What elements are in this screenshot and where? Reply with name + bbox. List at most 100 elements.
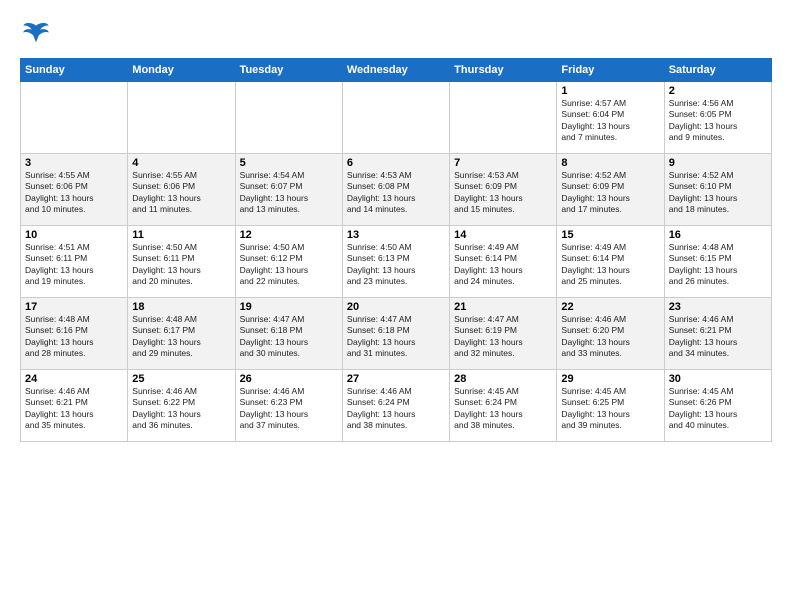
day-number: 12: [240, 229, 338, 241]
day-info: Sunrise: 4:52 AM Sunset: 6:09 PM Dayligh…: [561, 170, 659, 216]
day-info: Sunrise: 4:49 AM Sunset: 6:14 PM Dayligh…: [454, 242, 552, 288]
day-info: Sunrise: 4:45 AM Sunset: 6:25 PM Dayligh…: [561, 386, 659, 432]
day-info: Sunrise: 4:47 AM Sunset: 6:18 PM Dayligh…: [347, 314, 445, 360]
calendar-cell: 30Sunrise: 4:45 AM Sunset: 6:26 PM Dayli…: [664, 370, 771, 442]
day-info: Sunrise: 4:46 AM Sunset: 6:22 PM Dayligh…: [132, 386, 230, 432]
header-row: SundayMondayTuesdayWednesdayThursdayFrid…: [21, 59, 772, 82]
calendar-cell: 13Sunrise: 4:50 AM Sunset: 6:13 PM Dayli…: [342, 226, 449, 298]
day-number: 17: [25, 301, 123, 313]
calendar-cell: 4Sunrise: 4:55 AM Sunset: 6:06 PM Daylig…: [128, 154, 235, 226]
week-row-1: 3Sunrise: 4:55 AM Sunset: 6:06 PM Daylig…: [21, 154, 772, 226]
day-info: Sunrise: 4:55 AM Sunset: 6:06 PM Dayligh…: [25, 170, 123, 216]
day-number: 28: [454, 373, 552, 385]
day-number: 4: [132, 157, 230, 169]
day-number: 23: [669, 301, 767, 313]
calendar-cell: 28Sunrise: 4:45 AM Sunset: 6:24 PM Dayli…: [450, 370, 557, 442]
day-info: Sunrise: 4:57 AM Sunset: 6:04 PM Dayligh…: [561, 98, 659, 144]
calendar-table: SundayMondayTuesdayWednesdayThursdayFrid…: [20, 58, 772, 442]
day-info: Sunrise: 4:45 AM Sunset: 6:26 PM Dayligh…: [669, 386, 767, 432]
col-header-tuesday: Tuesday: [235, 59, 342, 82]
day-number: 15: [561, 229, 659, 241]
col-header-thursday: Thursday: [450, 59, 557, 82]
calendar-cell: 10Sunrise: 4:51 AM Sunset: 6:11 PM Dayli…: [21, 226, 128, 298]
day-number: 14: [454, 229, 552, 241]
day-info: Sunrise: 4:53 AM Sunset: 6:08 PM Dayligh…: [347, 170, 445, 216]
calendar-cell: 23Sunrise: 4:46 AM Sunset: 6:21 PM Dayli…: [664, 298, 771, 370]
day-number: 24: [25, 373, 123, 385]
day-number: 11: [132, 229, 230, 241]
calendar-cell: 6Sunrise: 4:53 AM Sunset: 6:08 PM Daylig…: [342, 154, 449, 226]
day-number: 7: [454, 157, 552, 169]
col-header-friday: Friday: [557, 59, 664, 82]
day-number: 1: [561, 85, 659, 97]
calendar-cell: [128, 82, 235, 154]
day-info: Sunrise: 4:50 AM Sunset: 6:11 PM Dayligh…: [132, 242, 230, 288]
day-info: Sunrise: 4:51 AM Sunset: 6:11 PM Dayligh…: [25, 242, 123, 288]
day-number: 8: [561, 157, 659, 169]
calendar-cell: 20Sunrise: 4:47 AM Sunset: 6:18 PM Dayli…: [342, 298, 449, 370]
calendar-cell: 3Sunrise: 4:55 AM Sunset: 6:06 PM Daylig…: [21, 154, 128, 226]
calendar-cell: 21Sunrise: 4:47 AM Sunset: 6:19 PM Dayli…: [450, 298, 557, 370]
week-row-4: 24Sunrise: 4:46 AM Sunset: 6:21 PM Dayli…: [21, 370, 772, 442]
day-info: Sunrise: 4:46 AM Sunset: 6:21 PM Dayligh…: [25, 386, 123, 432]
day-number: 30: [669, 373, 767, 385]
day-info: Sunrise: 4:53 AM Sunset: 6:09 PM Dayligh…: [454, 170, 552, 216]
week-row-2: 10Sunrise: 4:51 AM Sunset: 6:11 PM Dayli…: [21, 226, 772, 298]
calendar-cell: 22Sunrise: 4:46 AM Sunset: 6:20 PM Dayli…: [557, 298, 664, 370]
day-info: Sunrise: 4:46 AM Sunset: 6:21 PM Dayligh…: [669, 314, 767, 360]
calendar-cell: 18Sunrise: 4:48 AM Sunset: 6:17 PM Dayli…: [128, 298, 235, 370]
col-header-saturday: Saturday: [664, 59, 771, 82]
calendar-cell: 11Sunrise: 4:50 AM Sunset: 6:11 PM Dayli…: [128, 226, 235, 298]
logo-bird-icon: [22, 20, 50, 48]
week-row-3: 17Sunrise: 4:48 AM Sunset: 6:16 PM Dayli…: [21, 298, 772, 370]
day-number: 3: [25, 157, 123, 169]
calendar-cell: 25Sunrise: 4:46 AM Sunset: 6:22 PM Dayli…: [128, 370, 235, 442]
calendar-cell: 12Sunrise: 4:50 AM Sunset: 6:12 PM Dayli…: [235, 226, 342, 298]
calendar-cell: 16Sunrise: 4:48 AM Sunset: 6:15 PM Dayli…: [664, 226, 771, 298]
day-info: Sunrise: 4:46 AM Sunset: 6:23 PM Dayligh…: [240, 386, 338, 432]
calendar-cell: [342, 82, 449, 154]
calendar-cell: 14Sunrise: 4:49 AM Sunset: 6:14 PM Dayli…: [450, 226, 557, 298]
day-info: Sunrise: 4:46 AM Sunset: 6:20 PM Dayligh…: [561, 314, 659, 360]
day-info: Sunrise: 4:49 AM Sunset: 6:14 PM Dayligh…: [561, 242, 659, 288]
calendar-cell: [450, 82, 557, 154]
day-number: 13: [347, 229, 445, 241]
page: SundayMondayTuesdayWednesdayThursdayFrid…: [0, 0, 792, 452]
calendar-cell: 27Sunrise: 4:46 AM Sunset: 6:24 PM Dayli…: [342, 370, 449, 442]
col-header-wednesday: Wednesday: [342, 59, 449, 82]
calendar-cell: 1Sunrise: 4:57 AM Sunset: 6:04 PM Daylig…: [557, 82, 664, 154]
day-number: 27: [347, 373, 445, 385]
logo: [20, 20, 50, 48]
day-info: Sunrise: 4:54 AM Sunset: 6:07 PM Dayligh…: [240, 170, 338, 216]
day-number: 20: [347, 301, 445, 313]
day-number: 26: [240, 373, 338, 385]
calendar-cell: 19Sunrise: 4:47 AM Sunset: 6:18 PM Dayli…: [235, 298, 342, 370]
day-number: 6: [347, 157, 445, 169]
day-info: Sunrise: 4:55 AM Sunset: 6:06 PM Dayligh…: [132, 170, 230, 216]
day-number: 18: [132, 301, 230, 313]
header: [20, 16, 772, 48]
day-number: 2: [669, 85, 767, 97]
day-info: Sunrise: 4:48 AM Sunset: 6:16 PM Dayligh…: [25, 314, 123, 360]
day-info: Sunrise: 4:47 AM Sunset: 6:18 PM Dayligh…: [240, 314, 338, 360]
day-number: 5: [240, 157, 338, 169]
calendar-cell: 15Sunrise: 4:49 AM Sunset: 6:14 PM Dayli…: [557, 226, 664, 298]
day-info: Sunrise: 4:45 AM Sunset: 6:24 PM Dayligh…: [454, 386, 552, 432]
day-info: Sunrise: 4:48 AM Sunset: 6:15 PM Dayligh…: [669, 242, 767, 288]
day-number: 21: [454, 301, 552, 313]
calendar-cell: [21, 82, 128, 154]
day-info: Sunrise: 4:46 AM Sunset: 6:24 PM Dayligh…: [347, 386, 445, 432]
day-number: 25: [132, 373, 230, 385]
day-number: 9: [669, 157, 767, 169]
calendar-cell: 5Sunrise: 4:54 AM Sunset: 6:07 PM Daylig…: [235, 154, 342, 226]
calendar-cell: 26Sunrise: 4:46 AM Sunset: 6:23 PM Dayli…: [235, 370, 342, 442]
col-header-sunday: Sunday: [21, 59, 128, 82]
day-info: Sunrise: 4:50 AM Sunset: 6:12 PM Dayligh…: [240, 242, 338, 288]
calendar-cell: 2Sunrise: 4:56 AM Sunset: 6:05 PM Daylig…: [664, 82, 771, 154]
calendar-cell: 17Sunrise: 4:48 AM Sunset: 6:16 PM Dayli…: [21, 298, 128, 370]
day-number: 29: [561, 373, 659, 385]
calendar-cell: 24Sunrise: 4:46 AM Sunset: 6:21 PM Dayli…: [21, 370, 128, 442]
col-header-monday: Monday: [128, 59, 235, 82]
day-info: Sunrise: 4:52 AM Sunset: 6:10 PM Dayligh…: [669, 170, 767, 216]
calendar-cell: 29Sunrise: 4:45 AM Sunset: 6:25 PM Dayli…: [557, 370, 664, 442]
